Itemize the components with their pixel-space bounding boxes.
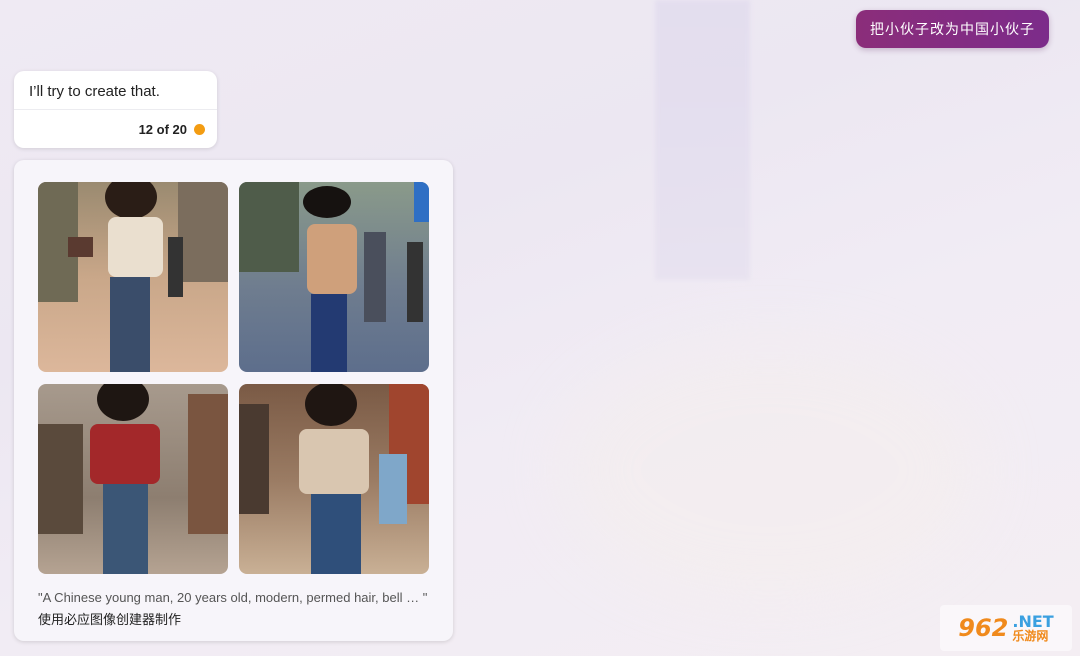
bot-message-card: I’ll try to create that. 12 of 20 [14, 71, 217, 148]
image-result-card: "A Chinese young man, 20 years old, mode… [14, 160, 453, 641]
background-building [655, 0, 750, 280]
generated-image-1[interactable] [38, 182, 228, 372]
user-message-bubble: 把小伙子改为中国小伙子 [856, 10, 1049, 48]
card-divider [14, 109, 217, 110]
turn-counter: 12 of 20 [138, 122, 187, 137]
watermark-cn: 乐游网 [1012, 629, 1049, 643]
generated-image-2[interactable] [239, 182, 429, 372]
site-watermark: 962 .NET 乐游网 [940, 605, 1072, 651]
watermark-net: .NET [1012, 612, 1054, 631]
generated-image-3[interactable] [38, 384, 228, 574]
generated-image-4[interactable] [239, 384, 429, 574]
user-message-text: 把小伙子改为中国小伙子 [870, 22, 1035, 38]
image-creator-credit: 使用必应图像创建器制作 [38, 613, 182, 628]
background-glow [560, 340, 980, 600]
watermark-number: 962 [958, 614, 1009, 642]
status-dot-icon [194, 124, 205, 135]
prompt-caption[interactable]: "A Chinese young man, 20 years old, mode… [38, 590, 438, 605]
bot-message-text: I’ll try to create that. [29, 83, 160, 100]
